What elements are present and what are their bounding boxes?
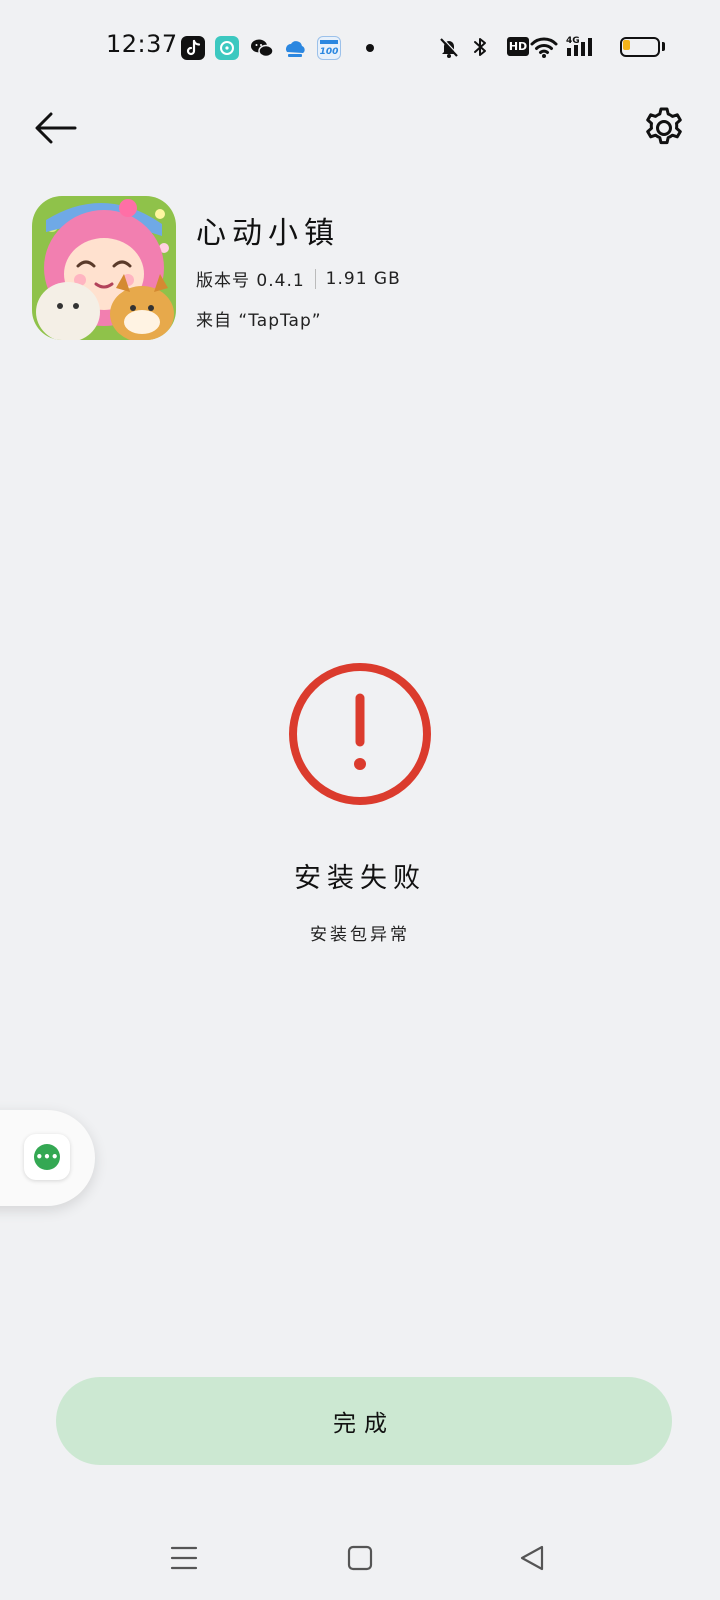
battery-tip xyxy=(662,42,665,51)
app-meta: 版本号 0.4.1 1.91 GB xyxy=(196,266,401,291)
exclamation-circle-icon xyxy=(286,660,434,808)
app-name: 心动小镇 xyxy=(196,216,340,251)
arrow-left-icon xyxy=(35,112,77,144)
back-button[interactable] xyxy=(28,100,84,156)
app-icon xyxy=(32,196,176,340)
nav-back-button[interactable] xyxy=(502,1528,562,1588)
svg-text:100: 100 xyxy=(320,47,339,57)
wifi-icon xyxy=(529,34,559,60)
hd-badge: HD xyxy=(507,37,529,56)
tiktok-icon xyxy=(181,36,205,60)
chat-bubble-icon xyxy=(215,36,239,60)
cloud-icon xyxy=(283,36,307,60)
battery-level xyxy=(623,40,630,50)
settings-button[interactable] xyxy=(636,100,692,156)
status-time: 12:37 xyxy=(106,30,178,58)
meta-divider xyxy=(314,268,316,289)
install-failure-reason: 安装包异常 xyxy=(310,925,410,945)
back-triangle-icon xyxy=(520,1545,544,1571)
install-status-title: 安装失败 xyxy=(294,863,426,894)
bubble-app-icon: ••• xyxy=(24,1134,70,1180)
status-bar: 12:37 100 HD 4G xyxy=(0,0,720,96)
network-type-label: 4G xyxy=(566,36,580,46)
app-size: 1.91 GB xyxy=(325,268,401,289)
floating-assistant-bubble[interactable]: ••• xyxy=(0,1110,95,1206)
more-notifications-dot xyxy=(366,44,374,52)
done-button[interactable]: 完成 xyxy=(56,1377,672,1465)
recent-apps-button[interactable] xyxy=(154,1528,214,1588)
home-square-icon xyxy=(347,1545,373,1571)
mute-bell-icon xyxy=(436,34,462,60)
app-source: 来自 “TapTap” xyxy=(196,311,322,331)
home-button[interactable] xyxy=(330,1528,390,1588)
wechat-icon xyxy=(249,36,274,60)
menu-icon xyxy=(170,1546,198,1570)
score-100-icon: 100 xyxy=(317,36,341,60)
more-dots-icon: ••• xyxy=(34,1144,60,1170)
app-version: 版本号 0.4.1 xyxy=(196,271,305,291)
cellular-signal-icon: 4G xyxy=(565,34,599,60)
bluetooth-icon xyxy=(467,34,493,60)
gear-icon xyxy=(646,107,682,145)
